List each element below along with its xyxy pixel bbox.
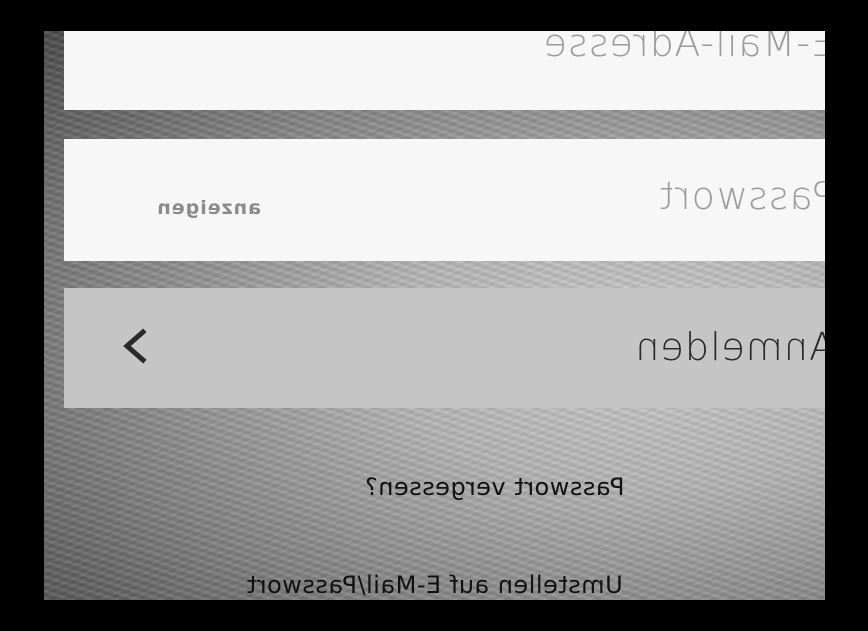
password-placeholder: Passwort [658,174,825,218]
chevron-right-icon [123,328,147,364]
email-field[interactable]: E-Mail-Adresse [64,31,825,110]
forgot-password-link[interactable]: Passwort vergessen? [234,473,755,501]
switch-login-method-link[interactable]: Umstellen auf E-Mail/Passwort [44,571,825,599]
show-password-button[interactable]: anzeigen [101,197,261,219]
mirrored-login-form: E-Mail-Adresse Passwort anzeigen Anmelde… [44,31,825,600]
login-button-label: Anmelden [634,325,825,369]
password-field[interactable]: Passwort anzeigen [64,139,825,261]
email-placeholder: E-Mail-Adresse [542,31,825,65]
login-button[interactable]: Anmelden [64,288,825,408]
login-screen: E-Mail-Adresse Passwort anzeigen Anmelde… [44,31,825,600]
